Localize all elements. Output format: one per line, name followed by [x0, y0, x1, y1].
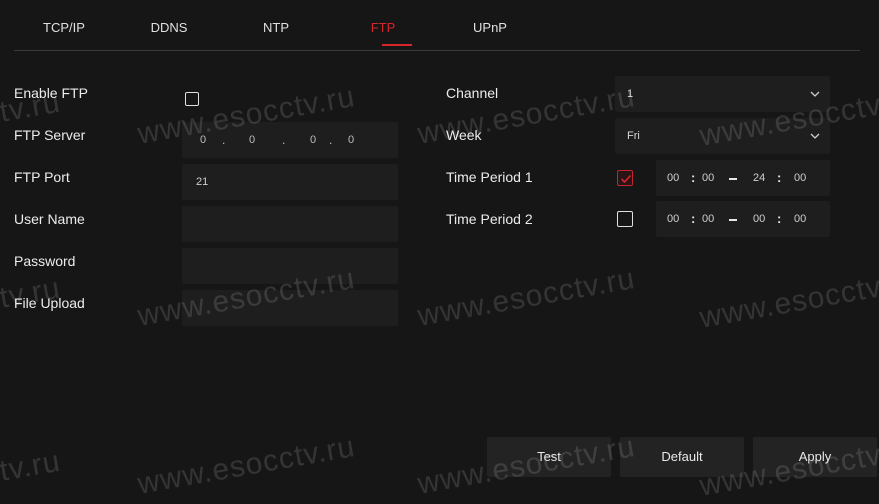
week-label: Week: [446, 127, 482, 143]
test-button[interactable]: Test: [487, 437, 611, 477]
time-period-1-checkbox[interactable]: [617, 170, 633, 186]
ip-dot: .: [329, 133, 333, 147]
tp2-end-hour[interactable]: 00: [753, 213, 765, 225]
channel-label: Channel: [446, 85, 499, 101]
tab-ddns[interactable]: DDNS: [151, 20, 188, 35]
time-period-1-range[interactable]: 00 : 00 24 : 00: [656, 160, 830, 196]
week-select[interactable]: Fri: [615, 118, 830, 154]
watermark-fragment: tv.ru: [0, 444, 63, 488]
default-button[interactable]: Default: [620, 437, 744, 477]
apply-button[interactable]: Apply: [753, 437, 877, 477]
time-dash: [729, 219, 737, 221]
time-colon: :: [777, 169, 782, 185]
time-period-2-range[interactable]: 00 : 00 00 : 00: [656, 201, 830, 237]
chevron-down-icon: [810, 133, 820, 139]
time-period-2-checkbox[interactable]: [617, 211, 633, 227]
user-name-label: User Name: [14, 211, 85, 227]
ip-dot: .: [222, 133, 226, 147]
tp1-end-minute[interactable]: 00: [794, 172, 806, 184]
time-period-2-label: Time Period 2: [446, 211, 533, 227]
enable-ftp-checkbox[interactable]: [185, 92, 199, 106]
ftp-server-label: FTP Server: [14, 127, 86, 143]
tp1-end-hour[interactable]: 24: [753, 172, 765, 184]
channel-select[interactable]: 1: [615, 76, 830, 112]
active-tab-indicator: [382, 44, 412, 46]
ftp-port-input[interactable]: 21: [182, 164, 398, 200]
channel-value: 1: [627, 88, 634, 100]
checkmark-icon: [620, 174, 632, 184]
tp2-start-minute[interactable]: 00: [702, 213, 714, 225]
ftp-port-label: FTP Port: [14, 169, 70, 185]
ftp-port-value: 21: [196, 176, 209, 188]
tp2-start-hour[interactable]: 00: [667, 213, 679, 225]
ftp-server-ip-input[interactable]: 0 . 0 . 0 . 0: [182, 122, 398, 158]
watermark: www.esocctv.ru: [697, 264, 879, 335]
tp1-start-hour[interactable]: 00: [667, 172, 679, 184]
chevron-down-icon: [810, 91, 820, 97]
time-colon: :: [691, 210, 696, 226]
ip-octet-1[interactable]: 0: [200, 134, 206, 146]
user-name-input[interactable]: [182, 206, 398, 242]
tab-bar: TCP/IP DDNS NTP FTP UPnP: [14, 0, 860, 51]
enable-ftp-label: Enable FTP: [14, 85, 88, 101]
watermark: www.esocctv.ru: [415, 262, 638, 333]
ip-octet-4[interactable]: 0: [348, 134, 354, 146]
ip-octet-3[interactable]: 0: [310, 134, 316, 146]
week-value: Fri: [627, 130, 640, 142]
tp2-end-minute[interactable]: 00: [794, 213, 806, 225]
time-period-1-label: Time Period 1: [446, 169, 533, 185]
tab-tcpip[interactable]: TCP/IP: [43, 20, 85, 35]
tab-ftp[interactable]: FTP: [371, 20, 396, 35]
tab-ntp[interactable]: NTP: [263, 20, 289, 35]
tab-upnp[interactable]: UPnP: [473, 20, 507, 35]
time-dash: [729, 178, 737, 180]
watermark: www.esocctv.ru: [135, 430, 358, 501]
ip-dot: .: [282, 133, 286, 147]
password-input[interactable]: [182, 248, 398, 284]
ip-octet-2[interactable]: 0: [249, 134, 255, 146]
time-colon: :: [691, 169, 696, 185]
file-upload-input[interactable]: [182, 290, 398, 326]
file-upload-label: File Upload: [14, 295, 85, 311]
password-label: Password: [14, 253, 76, 269]
time-colon: :: [777, 210, 782, 226]
tp1-start-minute[interactable]: 00: [702, 172, 714, 184]
